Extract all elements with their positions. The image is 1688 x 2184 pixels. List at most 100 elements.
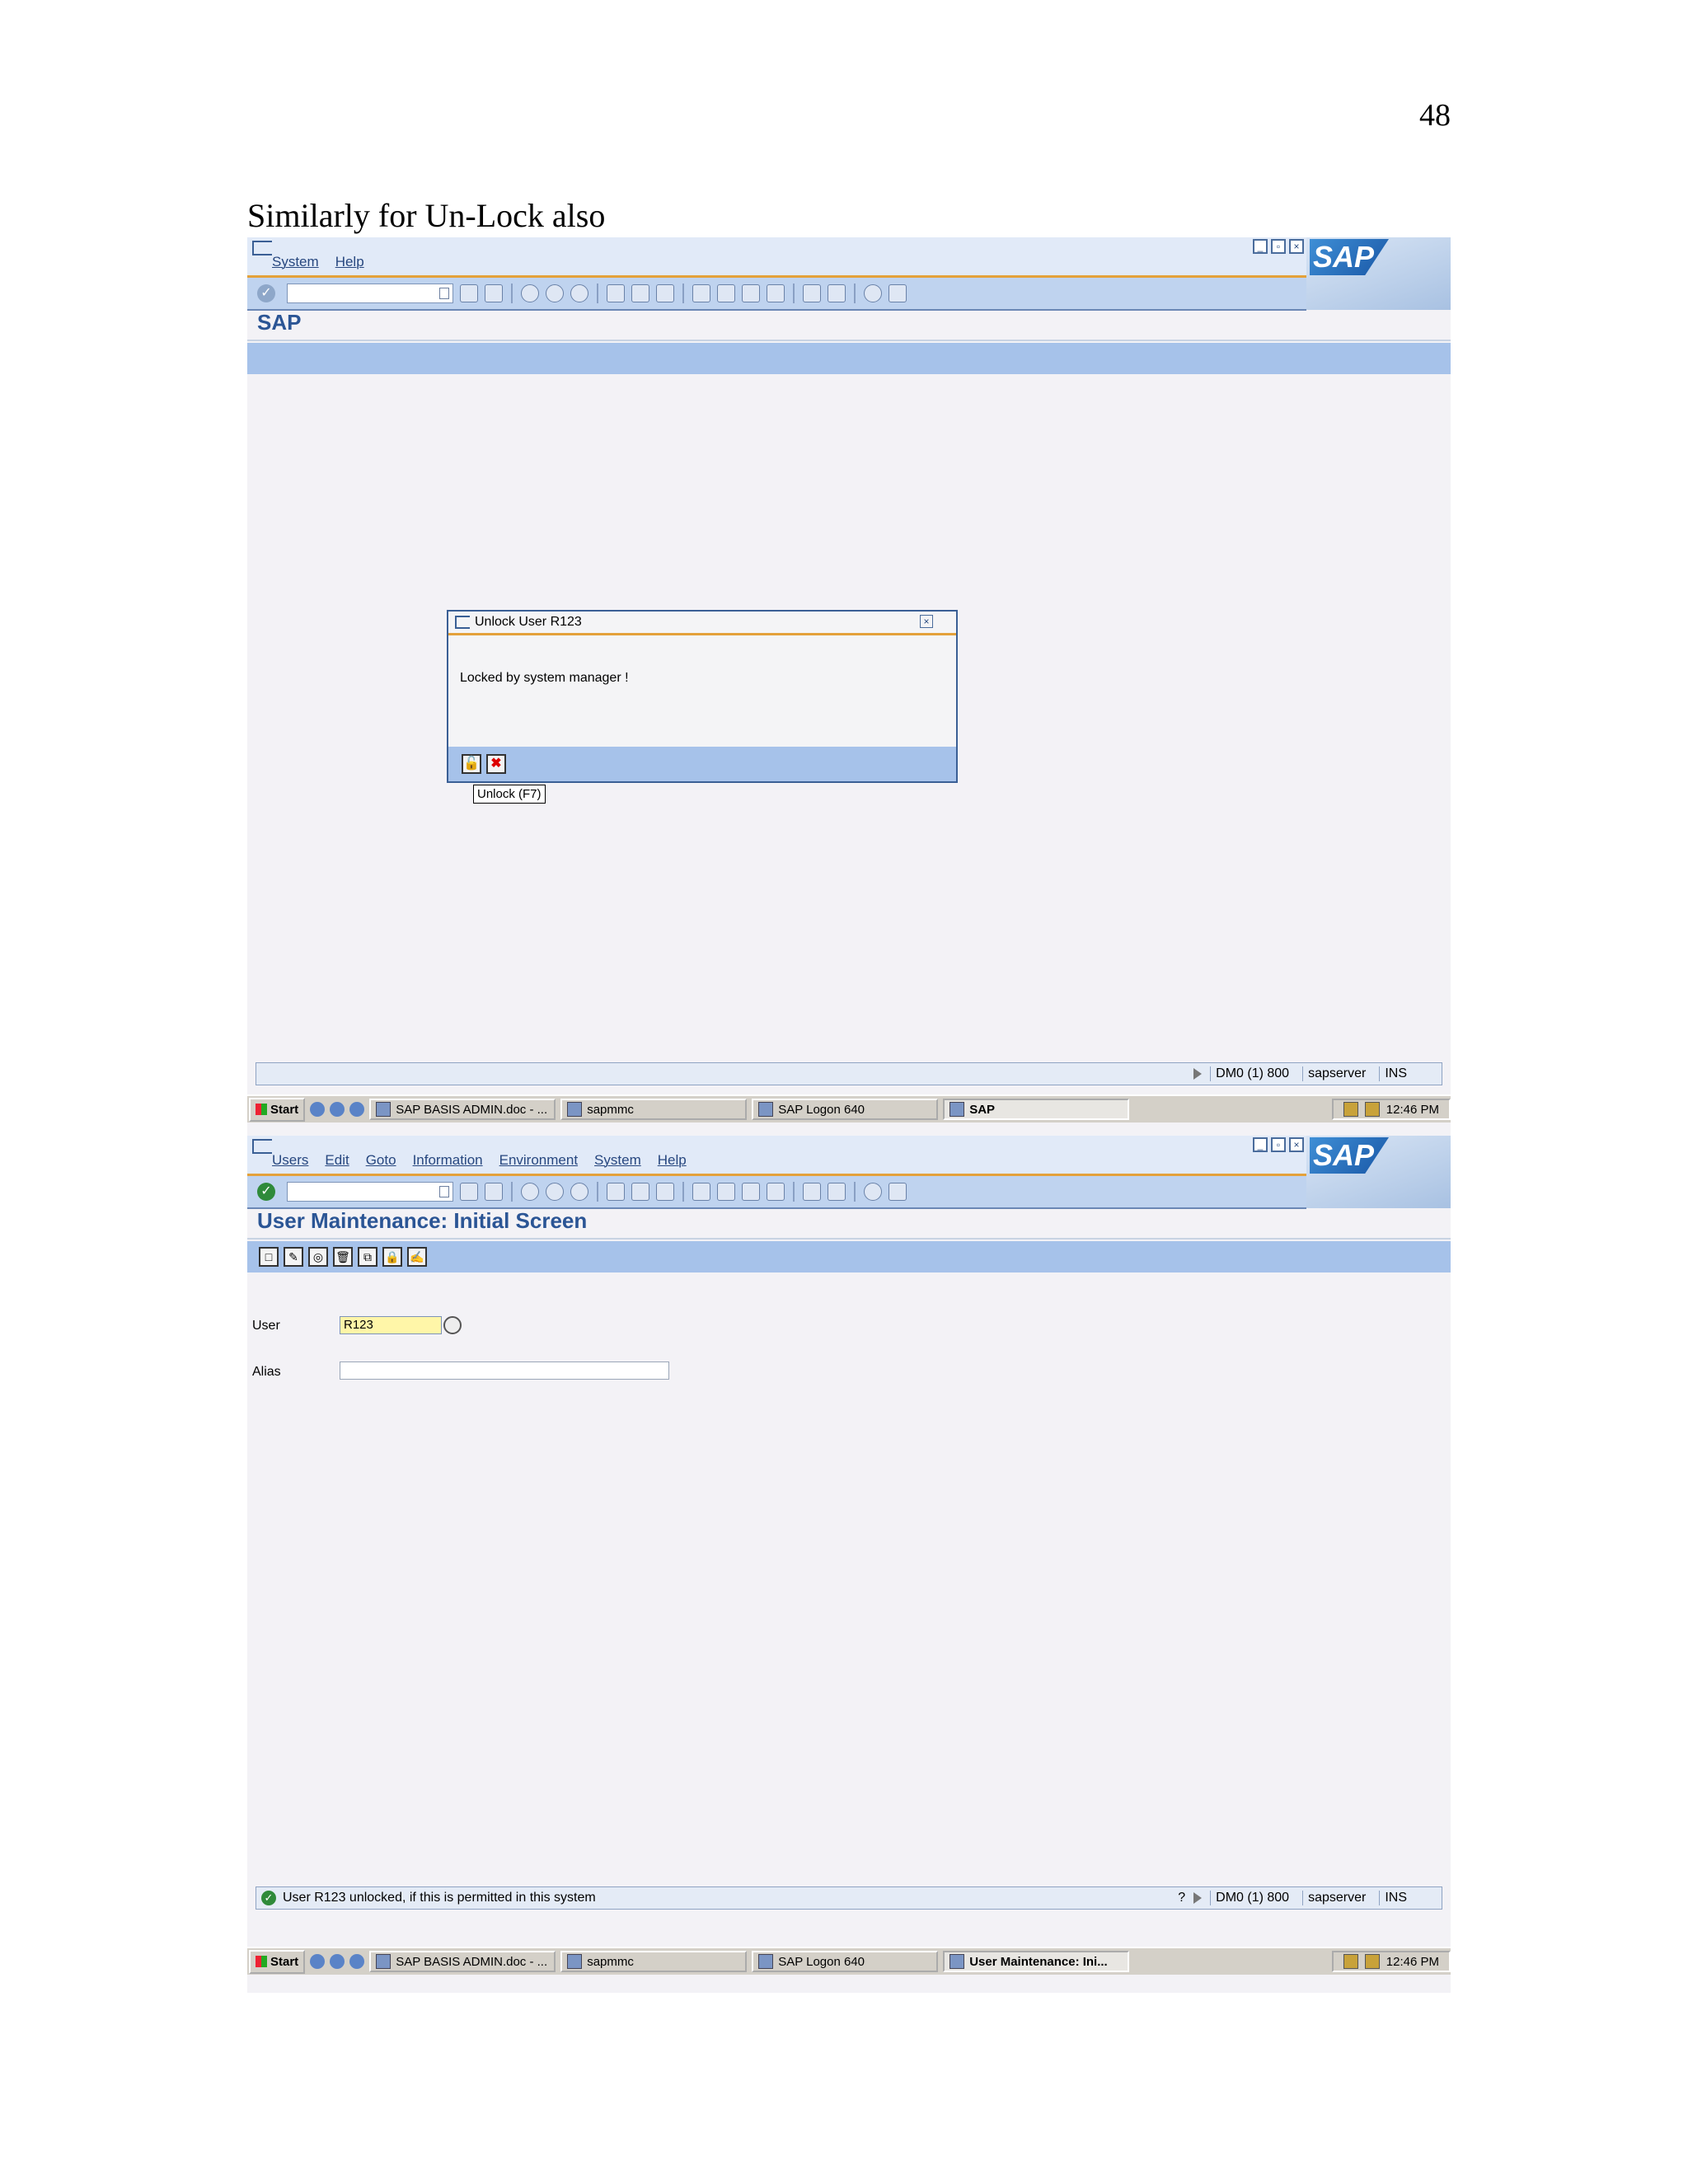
search-help-icon[interactable] — [443, 1316, 462, 1334]
status-system: DM0 (1) 800 — [1210, 1891, 1294, 1905]
unlock-button[interactable]: 🔓 — [462, 754, 481, 774]
alias-input[interactable] — [340, 1361, 669, 1380]
last-page-icon[interactable] — [767, 1183, 785, 1201]
task-word-doc[interactable]: SAP BASIS ADMIN.doc - ... — [369, 1099, 556, 1120]
task-word-doc[interactable]: SAP BASIS ADMIN.doc - ... — [369, 1951, 556, 1972]
menu-environment[interactable]: Environment — [499, 1152, 578, 1169]
layout-menu-icon[interactable] — [889, 284, 907, 302]
status-mode[interactable]: INS — [1379, 1066, 1412, 1081]
status-help-icon[interactable]: ? — [1178, 1891, 1185, 1905]
find-icon[interactable] — [631, 284, 649, 302]
user-input[interactable]: R123 — [340, 1316, 442, 1334]
start-button[interactable]: Start — [249, 1097, 306, 1122]
start-button[interactable]: Start — [249, 1949, 306, 1974]
windows-logo-icon — [256, 1956, 267, 1967]
network-icon[interactable] — [1364, 1954, 1380, 1969]
save-icon[interactable] — [485, 1183, 503, 1201]
back-arrow-icon[interactable] — [460, 1183, 478, 1201]
status-bar: DM0 (1) 800 sapserver INS — [256, 1062, 1442, 1085]
new-session-icon[interactable] — [803, 1183, 821, 1201]
next-page-icon[interactable] — [742, 1183, 760, 1201]
find-next-icon[interactable] — [656, 1183, 674, 1201]
layout-menu-icon[interactable] — [889, 1183, 907, 1201]
cancel-button[interactable]: ✖ — [486, 754, 506, 774]
next-page-icon[interactable] — [742, 284, 760, 302]
cancel-icon[interactable] — [570, 1183, 588, 1201]
first-page-icon[interactable] — [692, 284, 710, 302]
print-icon[interactable] — [607, 284, 625, 302]
back-icon[interactable] — [521, 284, 539, 302]
dialog-system-icon[interactable] — [455, 616, 470, 629]
menu-system[interactable]: System — [272, 254, 319, 270]
status-mode[interactable]: INS — [1379, 1891, 1412, 1905]
delete-icon[interactable]: 🗑 — [333, 1247, 353, 1267]
task-sap[interactable]: SAP — [943, 1099, 1130, 1120]
task-sapmmc[interactable]: sapmmc — [560, 1951, 748, 1972]
close-icon[interactable]: × — [1289, 1137, 1304, 1152]
menu-users[interactable]: Users — [272, 1152, 308, 1169]
back-icon[interactable] — [521, 1183, 539, 1201]
menu-system[interactable]: System — [594, 1152, 641, 1169]
tray-icon[interactable] — [1343, 1102, 1358, 1117]
close-icon[interactable]: × — [1289, 239, 1304, 254]
cancel-icon[interactable] — [570, 284, 588, 302]
task-user-maintenance[interactable]: User Maintenance: Ini... — [943, 1951, 1130, 1972]
create-icon[interactable]: □ — [259, 1247, 279, 1267]
restore-icon[interactable]: ▫ — [1271, 239, 1286, 254]
enter-icon[interactable]: ✓ — [257, 1183, 275, 1201]
command-field[interactable] — [287, 284, 453, 303]
menu-information[interactable]: Information — [413, 1152, 483, 1169]
tray-icon[interactable] — [1343, 1954, 1358, 1969]
history-dropdown-icon[interactable] — [439, 288, 449, 299]
menu-goto[interactable]: Goto — [366, 1152, 396, 1169]
task-sap-logon[interactable]: SAP Logon 640 — [752, 1099, 939, 1120]
last-page-icon[interactable] — [767, 284, 785, 302]
shortcut-icon[interactable] — [828, 1183, 846, 1201]
minimize-icon[interactable]: _ — [1253, 239, 1268, 254]
change-icon[interactable]: ✎ — [284, 1247, 303, 1267]
enter-icon[interactable]: ✓ — [257, 284, 275, 302]
media-player-icon[interactable] — [349, 1102, 365, 1117]
show-desktop-icon[interactable] — [310, 1102, 326, 1117]
find-icon[interactable] — [631, 1183, 649, 1201]
status-message[interactable]: User R123 unlocked, if this is permitted… — [283, 1891, 596, 1905]
status-expand-icon[interactable] — [1193, 1068, 1203, 1080]
save-icon[interactable] — [485, 284, 503, 302]
task-sap-logon[interactable]: SAP Logon 640 — [752, 1951, 939, 1972]
change-password-icon[interactable]: ✍ — [407, 1247, 427, 1267]
network-icon[interactable] — [1364, 1102, 1380, 1117]
help-icon[interactable] — [864, 284, 882, 302]
internet-explorer-icon[interactable] — [330, 1102, 345, 1117]
new-session-icon[interactable] — [803, 284, 821, 302]
back-arrow-icon[interactable] — [460, 284, 478, 302]
system-menu-icon[interactable] — [252, 241, 272, 255]
task-sapmmc[interactable]: sapmmc — [560, 1099, 748, 1120]
first-page-icon[interactable] — [692, 1183, 710, 1201]
menu-help[interactable]: Help — [658, 1152, 687, 1169]
media-player-icon[interactable] — [349, 1954, 365, 1969]
dialog-close-icon[interactable]: × — [920, 615, 933, 628]
shortcut-icon[interactable] — [828, 284, 846, 302]
minimize-icon[interactable]: _ — [1253, 1137, 1268, 1152]
menu-edit[interactable]: Edit — [325, 1152, 349, 1169]
internet-explorer-icon[interactable] — [330, 1954, 345, 1969]
lock-unlock-icon[interactable]: 🔒 — [382, 1247, 402, 1267]
restore-icon[interactable]: ▫ — [1271, 1137, 1286, 1152]
history-dropdown-icon[interactable] — [439, 1186, 449, 1197]
status-expand-icon[interactable] — [1193, 1892, 1203, 1904]
menu-help[interactable]: Help — [335, 254, 364, 270]
previous-page-icon[interactable] — [717, 284, 735, 302]
sap-logon-icon — [758, 1954, 774, 1969]
show-desktop-icon[interactable] — [310, 1954, 326, 1969]
exit-icon[interactable] — [546, 1183, 564, 1201]
command-field[interactable] — [287, 1182, 453, 1202]
system-menu-icon[interactable] — [252, 1139, 272, 1154]
clock: 12:46 PM — [1386, 1102, 1439, 1117]
display-icon[interactable]: ◎ — [308, 1247, 328, 1267]
previous-page-icon[interactable] — [717, 1183, 735, 1201]
exit-icon[interactable] — [546, 284, 564, 302]
help-icon[interactable] — [864, 1183, 882, 1201]
print-icon[interactable] — [607, 1183, 625, 1201]
copy-icon[interactable]: ⧉ — [358, 1247, 377, 1267]
find-next-icon[interactable] — [656, 284, 674, 302]
